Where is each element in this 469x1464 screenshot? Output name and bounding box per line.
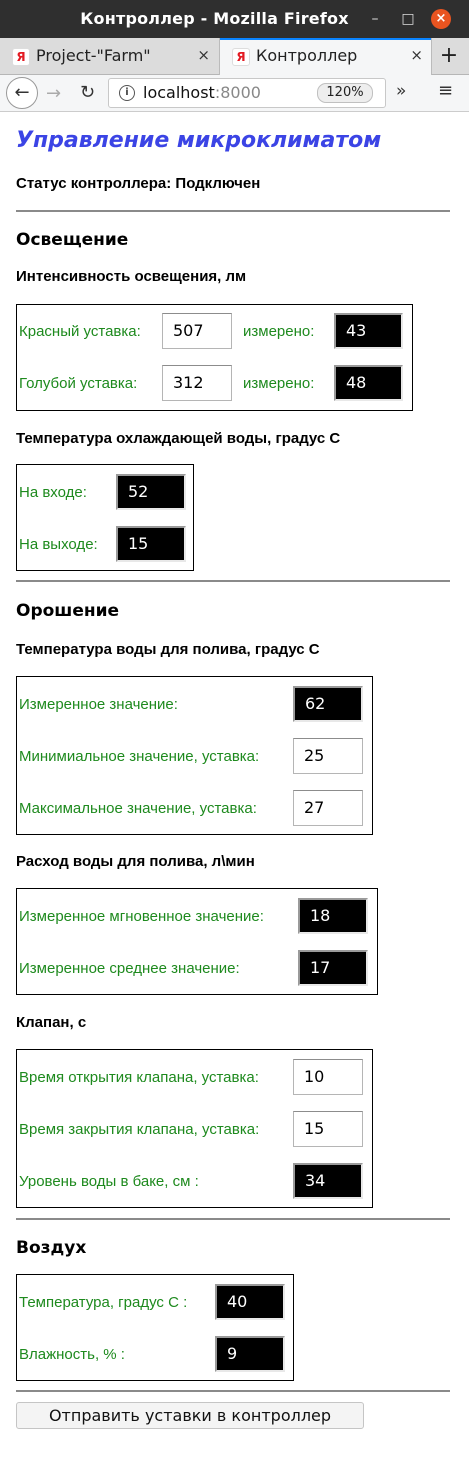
page-title: Управление микроклиматом	[16, 128, 382, 153]
red-measured-value: 43	[334, 313, 403, 349]
valve-close-input[interactable]: 15	[293, 1111, 363, 1147]
url-text[interactable]: localhost:8000	[143, 83, 261, 102]
close-tab-icon[interactable]: ×	[410, 46, 423, 64]
valve-open-input[interactable]: 10	[293, 1059, 363, 1095]
red-measured-label: измерено:	[243, 323, 315, 340]
divider	[16, 1218, 450, 1220]
valve-open-label: Время открытия клапана, уставка:	[19, 1069, 259, 1086]
yandex-favicon-icon: Я	[232, 48, 250, 66]
send-setpoints-button[interactable]: Отправить уставки в контроллер	[16, 1402, 364, 1429]
tab-label: Project-"Farm"	[36, 46, 151, 65]
close-tab-icon[interactable]: ×	[197, 46, 210, 64]
measured-temp-value: 62	[293, 686, 363, 722]
subheading-intensity: Интенсивность освещения, лм	[16, 268, 247, 285]
tank-level-label: Уровень воды в баке, см :	[19, 1173, 199, 1190]
info-icon[interactable]: i	[119, 85, 135, 101]
url-port: :8000	[214, 83, 261, 102]
yandex-favicon-icon: Я	[12, 48, 30, 66]
water-flow-panel: Измеренное мгновенное значение: 18 Измер…	[16, 888, 378, 995]
divider	[16, 210, 450, 212]
blue-measured-value: 48	[334, 365, 403, 401]
page-content: Управление микроклиматом Статус контролл…	[0, 112, 469, 1464]
forward-arrow-icon[interactable]: →	[46, 83, 61, 104]
outlet-value: 15	[116, 526, 186, 562]
air-panel: Температура, градус С : 40 Влажность, % …	[16, 1274, 294, 1381]
tab-controller[interactable]: Я Контроллер ×	[219, 38, 432, 75]
hamburger-menu-icon[interactable]: ≡	[438, 80, 453, 101]
window-titlebar: Контроллер - Mozilla Firefox – □ ×	[0, 0, 469, 38]
minimize-button[interactable]: –	[366, 10, 384, 28]
min-setpoint-input[interactable]: 25	[293, 738, 363, 774]
section-heading-air: Воздух	[16, 1238, 87, 1258]
air-temp-value: 40	[215, 1284, 285, 1320]
new-tab-button[interactable]: +	[434, 43, 464, 68]
avg-flow-label: Измеренное среднее значение:	[19, 960, 240, 977]
water-temp-panel: Измеренное значение: 62 Минимиальное зна…	[16, 676, 373, 835]
blue-setpoint-label: Голубой уставка:	[19, 375, 138, 392]
inlet-value: 52	[116, 474, 186, 510]
subheading-cooling-water: Температура охлаждающей воды, градус С	[16, 430, 341, 447]
divider	[16, 580, 450, 582]
humidity-value: 9	[215, 1336, 285, 1372]
url-bar[interactable]: i localhost:8000 120%	[108, 78, 386, 108]
tab-bar: Я Project-"Farm" × Я Контроллер ×	[0, 38, 469, 75]
back-arrow-icon[interactable]: ←	[6, 77, 38, 109]
intensity-panel: Красный уставка: 507 измерено: 43 Голубо…	[16, 304, 413, 411]
subheading-water-flow: Расход воды для полива, л\мин	[16, 853, 255, 870]
overflow-chevron-icon[interactable]: »	[396, 81, 406, 101]
url-host: localhost	[143, 83, 215, 102]
blue-setpoint-input[interactable]: 312	[162, 365, 232, 401]
zoom-level-badge[interactable]: 120%	[317, 83, 373, 103]
section-heading-irrigation: Орошение	[16, 601, 120, 621]
red-setpoint-input[interactable]: 507	[162, 313, 232, 349]
min-setpoint-label: Минимиальное значение, уставка:	[19, 748, 260, 765]
navigation-bar: ← → ↻ i localhost:8000 120% » ≡	[0, 75, 469, 112]
instant-flow-value: 18	[298, 898, 368, 934]
air-temp-label: Температура, градус С :	[19, 1294, 188, 1311]
tab-project-farm[interactable]: Я Project-"Farm" ×	[0, 38, 218, 74]
blue-measured-label: измерено:	[243, 375, 315, 392]
valve-close-label: Время закрытия клапана, уставка:	[19, 1121, 260, 1138]
section-heading-lighting: Освещение	[16, 230, 129, 250]
valve-panel: Время открытия клапана, уставка: 10 Врем…	[16, 1049, 373, 1208]
tab-label: Контроллер	[256, 46, 358, 65]
reload-icon[interactable]: ↻	[80, 82, 95, 103]
controller-status: Статус контроллера: Подключен	[16, 175, 261, 192]
red-setpoint-label: Красный уставка:	[19, 323, 141, 340]
avg-flow-value: 17	[298, 950, 368, 986]
subheading-valve: Клапан, с	[16, 1014, 87, 1031]
max-setpoint-input[interactable]: 27	[293, 790, 363, 826]
close-window-button[interactable]: ×	[431, 9, 451, 29]
max-setpoint-label: Максимальное значение, уставка:	[19, 800, 257, 817]
cooling-panel: На входе: 52 На выходе: 15	[16, 464, 194, 571]
humidity-label: Влажность, % :	[19, 1346, 125, 1363]
outlet-label: На выходе:	[19, 536, 98, 553]
measured-temp-label: Измеренное значение:	[19, 696, 178, 713]
inlet-label: На входе:	[19, 484, 87, 501]
instant-flow-label: Измеренное мгновенное значение:	[19, 908, 264, 925]
maximize-button[interactable]: □	[399, 10, 417, 28]
divider	[16, 1390, 450, 1392]
subheading-water-temp: Температура воды для полива, градус С	[16, 641, 320, 658]
tank-level-value: 34	[293, 1163, 363, 1199]
